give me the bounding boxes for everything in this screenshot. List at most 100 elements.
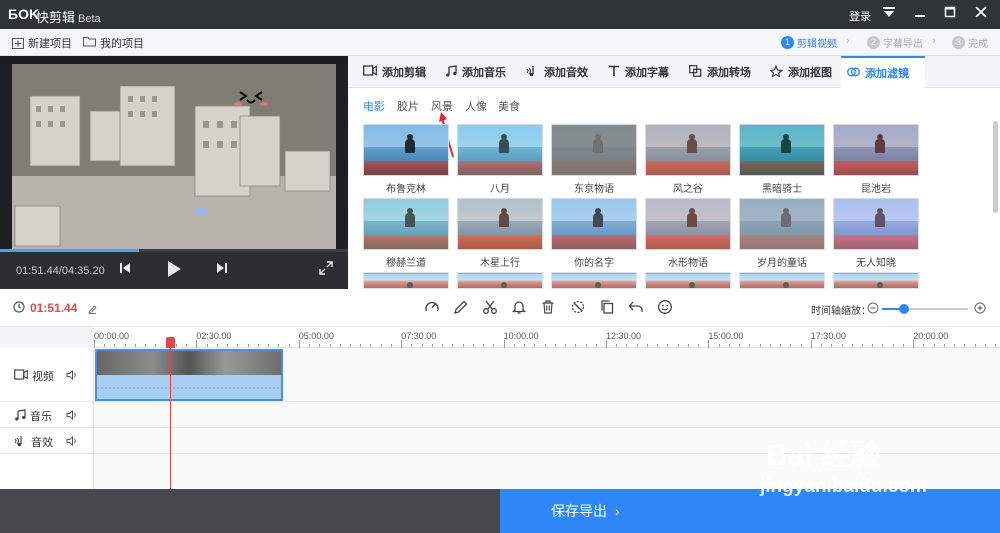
filter-thumbnail[interactable]: [645, 124, 731, 176]
speaker-icon[interactable]: [66, 435, 78, 449]
ruler-tick: [831, 344, 833, 347]
ruler-tick: [739, 344, 741, 347]
ruler-tick: [554, 344, 556, 347]
filter-thumbnail[interactable]: [833, 272, 919, 289]
ruler-tick: [134, 344, 136, 347]
filter-thumbnail[interactable]: [833, 198, 919, 250]
filter-thumbnail[interactable]: [739, 124, 825, 176]
filter-thumbnail[interactable]: [551, 198, 637, 250]
tab-add-music[interactable]: 添加音乐: [439, 56, 512, 88]
tab-add-clip[interactable]: 添加剪辑: [357, 56, 432, 88]
video-progress-bar[interactable]: [0, 249, 348, 252]
playhead-handle[interactable]: [166, 337, 175, 348]
category-movie[interactable]: 电影: [363, 98, 385, 114]
my-projects-button[interactable]: 我的项目: [83, 35, 144, 51]
ruler-tick: [534, 344, 536, 347]
filter-thumbnail[interactable]: [551, 124, 637, 176]
filter-thumbnail[interactable]: [457, 272, 543, 289]
filter-scrollbar[interactable]: [993, 121, 998, 213]
zoom-slider[interactable]: [882, 304, 968, 314]
zoom-slider-handle[interactable]: [898, 304, 909, 314]
zoom-in-icon[interactable]: [974, 302, 986, 317]
video-clip[interactable]: [95, 349, 283, 401]
crop-dotted-icon[interactable]: [569, 299, 587, 317]
ruler-tick: [882, 344, 884, 347]
filter-thumbnail[interactable]: [645, 198, 731, 250]
play-icon[interactable]: [166, 260, 182, 281]
filter-thumbnail[interactable]: [363, 124, 449, 176]
music-track-icon: [14, 408, 26, 424]
next-frame-icon[interactable]: [215, 261, 229, 278]
track-label: 音效: [31, 437, 53, 449]
edit-icon[interactable]: [452, 299, 470, 317]
emoji-icon[interactable]: [656, 299, 674, 317]
tab-add-transition[interactable]: 添加转场: [683, 56, 757, 88]
step-export[interactable]: 2 字幕导出: [867, 35, 923, 50]
zoom-label: 时间轴缩放：: [811, 306, 871, 317]
menu-dropdown-icon[interactable]: [878, 4, 900, 24]
filter-thumbnail[interactable]: [833, 124, 919, 176]
edit-time-icon[interactable]: [88, 303, 97, 317]
copy-icon[interactable]: [598, 299, 616, 317]
minimize-icon[interactable]: [909, 4, 931, 24]
track-label: 音乐: [30, 411, 52, 423]
login-link[interactable]: 登录: [849, 8, 871, 24]
scissors-icon[interactable]: [481, 299, 499, 317]
ruler-tick: [472, 344, 474, 347]
ruler-tick: [943, 344, 945, 347]
speed-icon[interactable]: [423, 299, 441, 317]
ruler-tick: [995, 344, 997, 347]
new-project-button[interactable]: 新建项目: [12, 35, 72, 51]
filter-thumbnail[interactable]: [739, 272, 825, 289]
zoom-out-icon[interactable]: [867, 302, 879, 317]
preview-scene: [0, 56, 348, 249]
track-music: 音乐: [14, 408, 52, 424]
previous-frame-icon[interactable]: [118, 261, 132, 278]
ruler-tick: [257, 344, 259, 347]
ruler-tick: [636, 344, 638, 347]
ruler-tick: [616, 344, 618, 347]
filter-thumbnail[interactable]: [457, 124, 543, 176]
category-food[interactable]: 美食: [498, 98, 520, 114]
ruler-tick: [769, 344, 771, 347]
trash-icon[interactable]: [539, 299, 557, 317]
maximize-icon[interactable]: [939, 4, 961, 24]
ruler-tick: [606, 340, 607, 348]
folder-icon: [83, 36, 96, 50]
ruler-tick: [687, 344, 689, 347]
track-labels: 视频 音乐 音效: [0, 348, 94, 489]
tab-label: 添加滤镜: [865, 68, 909, 80]
ruler-tick: [933, 344, 935, 347]
ruler-tick: [175, 344, 177, 347]
filter-thumbnail[interactable]: [645, 272, 731, 289]
speaker-icon[interactable]: [66, 369, 78, 383]
close-icon[interactable]: [970, 4, 992, 24]
category-portrait[interactable]: 人像: [465, 98, 487, 114]
tab-add-subtitle[interactable]: 添加字幕: [602, 56, 675, 88]
step-number: 2: [867, 36, 880, 49]
step-done[interactable]: 3 完成: [952, 35, 988, 50]
filter-thumbnail[interactable]: [363, 198, 449, 250]
filter-thumbnail[interactable]: [739, 198, 825, 250]
ruler-tick: [667, 344, 669, 347]
category-film[interactable]: 胶片: [397, 98, 419, 114]
filter-thumbnail[interactable]: [551, 272, 637, 289]
undo-icon[interactable]: [627, 299, 645, 317]
ruler-tick: [708, 340, 710, 348]
ruler-tick: [237, 344, 239, 347]
ruler-tick: [370, 344, 372, 347]
video-frame[interactable]: [0, 56, 348, 249]
speaker-icon[interactable]: [66, 409, 78, 423]
tab-add-cutout[interactable]: 添加抠图: [764, 56, 838, 88]
filter-thumbnail[interactable]: [363, 272, 449, 289]
timeline-ruler[interactable]: 00:00.00 02:30.00 05:00.00 07:30.00 10:00.00…: [94, 327, 1000, 348]
tab-add-filter[interactable]: 添加滤镜: [841, 56, 925, 88]
fullscreen-icon[interactable]: [319, 261, 333, 278]
ruler-label: 05:00.00: [298, 331, 334, 341]
watermark: Bai 经验 jingyan.baidu.com: [760, 430, 927, 498]
filter-thumbnail[interactable]: [457, 198, 543, 250]
step-edit-video[interactable]: 1 剪辑视频: [781, 35, 837, 50]
tab-add-sound-effect[interactable]: 添加音效: [520, 56, 594, 88]
bell-icon[interactable]: [510, 299, 528, 317]
filter-label: 穆赫兰道: [386, 258, 426, 269]
